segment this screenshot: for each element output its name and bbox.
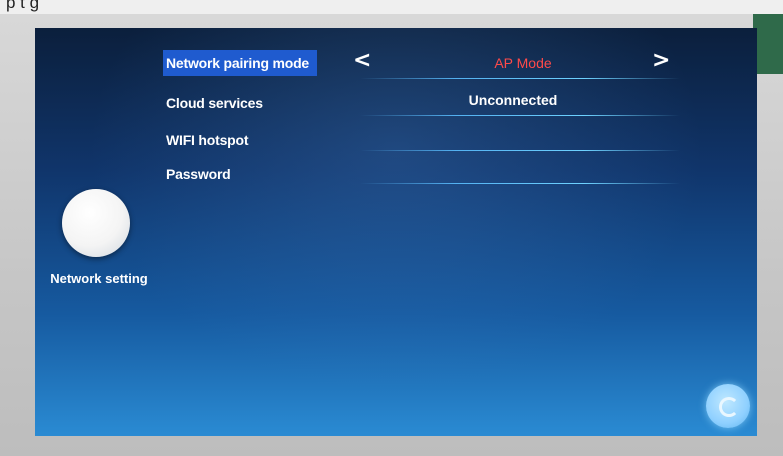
- network-pairing-mode-value: AP Mode: [494, 55, 552, 71]
- back-icon: [719, 397, 739, 417]
- network-setting-caption: Network setting: [50, 271, 148, 286]
- network-setting-circle-icon[interactable]: [62, 189, 130, 257]
- divider-line: [360, 150, 680, 151]
- divider-line: [360, 115, 680, 116]
- cloud-services-value: Unconnected: [468, 92, 558, 108]
- back-button[interactable]: [706, 384, 750, 428]
- wifi-hotspot-label[interactable]: WIFI hotspot: [166, 132, 249, 148]
- cloud-services-label[interactable]: Cloud services: [166, 95, 263, 111]
- network-pairing-mode-label[interactable]: Network pairing mode: [163, 50, 318, 76]
- background-object: [753, 14, 783, 74]
- divider-line: [360, 78, 680, 79]
- top-partial-text: p t g: [6, 0, 40, 12]
- divider-line: [360, 183, 680, 184]
- chevron-right-icon[interactable]: >: [652, 48, 670, 73]
- password-label[interactable]: Password: [166, 166, 231, 182]
- chevron-left-icon[interactable]: <: [353, 48, 371, 73]
- device-screen: Network pairing mode < AP Mode > Cloud s…: [35, 28, 757, 436]
